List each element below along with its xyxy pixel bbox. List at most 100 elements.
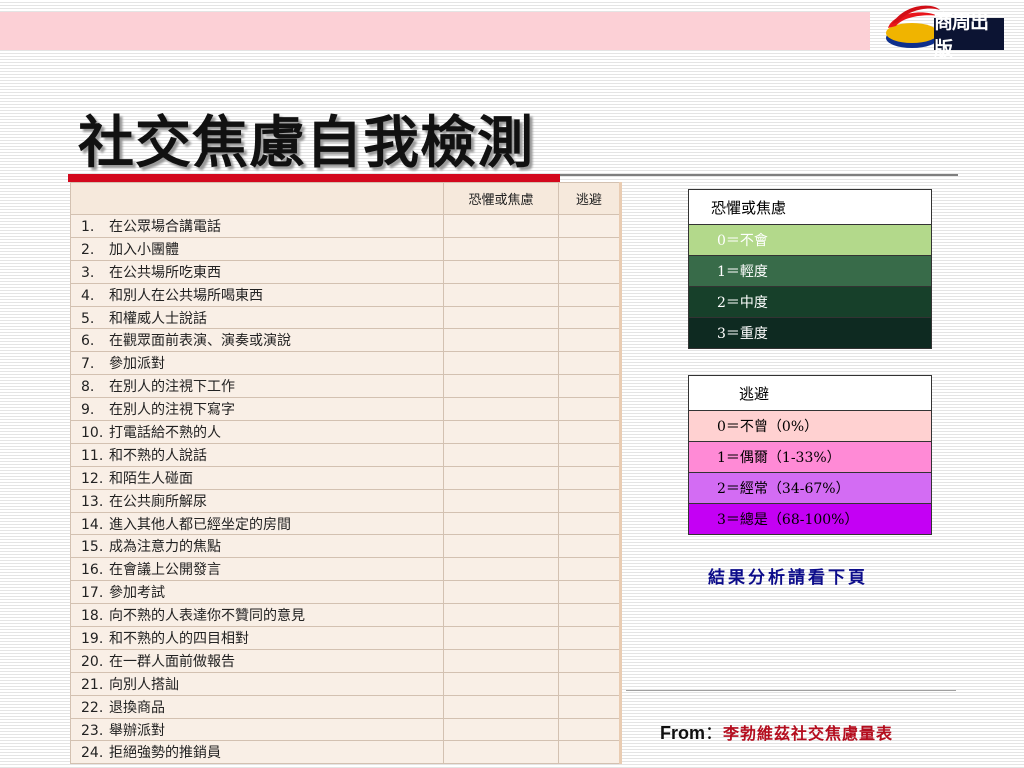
avoid-score-cell[interactable] (557, 534, 622, 559)
item-text: 在公共廁所解尿 (109, 493, 207, 510)
survey-row: 11. 和不熟的人說話 (69, 442, 622, 467)
legend-row: 0＝不會 (688, 224, 932, 256)
fear-score-cell[interactable] (443, 397, 559, 422)
item-text: 和權威人士說話 (109, 310, 207, 327)
legend-level-label: 2＝中度 (688, 286, 932, 318)
item-text: 參加考試 (109, 585, 165, 602)
survey-row: 16. 在會議上公開發言 (69, 557, 622, 582)
item-text: 在一群人面前做報告 (109, 653, 235, 670)
fear-score-cell[interactable] (443, 603, 559, 628)
avoid-score-cell[interactable] (557, 397, 622, 422)
fear-score-cell[interactable] (443, 282, 559, 307)
survey-row: 13. 在公共廁所解尿 (69, 488, 622, 513)
survey-item-cell: 22. 退換商品 (69, 694, 445, 719)
fear-score-cell[interactable] (443, 671, 559, 696)
fear-score-cell[interactable] (443, 465, 559, 490)
item-text: 參加派對 (109, 356, 165, 373)
survey-row: 15. 成為注意力的焦點 (69, 534, 622, 559)
avoid-score-cell[interactable] (557, 694, 622, 719)
avoid-score-cell[interactable] (557, 580, 622, 605)
fear-score-cell[interactable] (443, 557, 559, 582)
avoid-score-cell[interactable] (557, 626, 622, 650)
col-header-avoid: 逃避 (557, 182, 622, 215)
avoid-score-cell[interactable] (557, 374, 622, 399)
avoid-score-cell[interactable] (557, 305, 622, 330)
fear-score-cell[interactable] (443, 374, 559, 399)
fear-score-cell[interactable] (443, 648, 559, 673)
col-header-fear: 恐懼或焦慮 (443, 182, 559, 215)
fear-score-cell[interactable] (443, 351, 559, 376)
avoid-score-cell[interactable] (557, 351, 622, 376)
avoid-score-cell[interactable] (557, 420, 622, 444)
survey-row: 3. 在公共場所吃東西 (69, 259, 622, 284)
item-text: 在別人的注視下工作 (109, 379, 235, 396)
item-number: 8. (81, 379, 95, 396)
avoid-score-cell[interactable] (557, 648, 622, 673)
survey-item-cell: 17. 參加考試 (69, 580, 445, 605)
survey-row: 5. 和權威人士說話 (69, 305, 622, 330)
fear-score-cell[interactable] (443, 488, 559, 513)
item-number: 2. (81, 241, 95, 258)
source-colon: ： (705, 723, 723, 744)
survey-row: 20. 在一群人面前做報告 (69, 648, 622, 673)
result-note: 結果分析請看下頁 (708, 568, 868, 588)
avoid-score-cell[interactable] (557, 259, 622, 284)
survey-item-cell: 6. 在觀眾面前表演、演奏或演說 (69, 328, 445, 353)
survey-item-cell: 10. 打電話給不熟的人 (69, 420, 445, 444)
source-label: From (660, 723, 705, 743)
title-underline-red (68, 174, 560, 182)
avoid-score-cell[interactable] (557, 671, 622, 696)
legend-fear-title: 恐懼或焦慮 (688, 189, 932, 225)
survey-row: 22. 退換商品 (69, 694, 622, 719)
fear-score-cell[interactable] (443, 236, 559, 261)
survey-row: 12. 和陌生人碰面 (69, 465, 622, 490)
item-number: 18. (81, 608, 104, 625)
legend-row: 0＝不曾（0%） (688, 410, 932, 442)
legend-level-label: 2＝經常（34-67%） (688, 472, 932, 504)
avoid-score-cell[interactable] (557, 465, 622, 490)
item-number: 22. (81, 699, 104, 716)
fear-score-cell[interactable] (443, 534, 559, 559)
avoid-score-cell[interactable] (557, 603, 622, 628)
item-number: 1. (81, 218, 95, 235)
survey-row: 9. 在別人的注視下寫字 (69, 397, 622, 422)
source-citation: From：李勃維茲社交焦慮量表 (660, 719, 893, 745)
fear-score-cell[interactable] (443, 580, 559, 605)
fear-score-cell[interactable] (443, 214, 559, 238)
fear-score-cell[interactable] (443, 305, 559, 330)
fear-score-cell[interactable] (443, 626, 559, 650)
avoid-score-cell[interactable] (557, 511, 622, 536)
item-text: 在公共場所吃東西 (109, 264, 221, 281)
item-text: 退換商品 (109, 699, 165, 716)
survey-item-cell: 23. 舉辦派對 (69, 717, 445, 742)
fear-score-cell[interactable] (443, 717, 559, 742)
item-text: 加入小團體 (109, 241, 179, 258)
fear-score-cell[interactable] (443, 694, 559, 719)
survey-item-cell: 9. 在別人的注視下寫字 (69, 397, 445, 422)
item-number: 7. (81, 356, 95, 373)
item-text: 向不熟的人表達你不贊同的意見 (109, 608, 305, 625)
survey-row: 18. 向不熟的人表達你不贊同的意見 (69, 603, 622, 628)
item-text: 向別人搭訕 (109, 676, 179, 693)
item-text: 打電話給不熟的人 (109, 424, 221, 441)
survey-row: 8. 在別人的注視下工作 (69, 374, 622, 399)
avoid-score-cell[interactable] (557, 488, 622, 513)
survey-item-cell: 3. 在公共場所吃東西 (69, 259, 445, 284)
avoid-score-cell[interactable] (557, 328, 622, 353)
item-number: 20. (81, 653, 104, 670)
avoid-score-cell[interactable] (557, 740, 622, 765)
fear-score-cell[interactable] (443, 740, 559, 765)
fear-score-cell[interactable] (443, 511, 559, 536)
avoid-score-cell[interactable] (557, 282, 622, 307)
fear-score-cell[interactable] (443, 328, 559, 353)
avoid-score-cell[interactable] (557, 442, 622, 467)
fear-score-cell[interactable] (443, 259, 559, 284)
fear-score-cell[interactable] (443, 442, 559, 467)
avoid-score-cell[interactable] (557, 717, 622, 742)
fear-score-cell[interactable] (443, 420, 559, 444)
avoid-score-cell[interactable] (557, 236, 622, 261)
survey-item-cell: 24. 拒絕強勢的推銷員 (69, 740, 445, 765)
avoid-score-cell[interactable] (557, 214, 622, 238)
avoid-score-cell[interactable] (557, 557, 622, 582)
survey-row: 24. 拒絕強勢的推銷員 (69, 740, 622, 765)
